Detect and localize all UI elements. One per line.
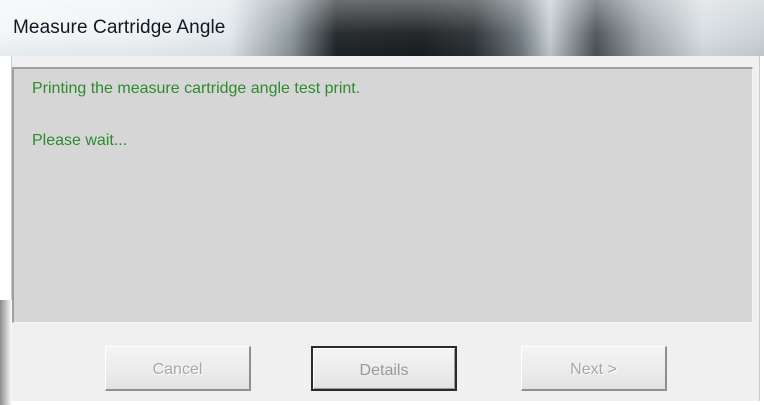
window-title: Measure Cartridge Angle: [13, 17, 226, 38]
cancel-button[interactable]: Cancel: [105, 346, 251, 391]
status-message: Printing the measure cartridge angle tes…: [32, 80, 361, 97]
message-panel: Printing the measure cartridge angle tes…: [12, 67, 753, 323]
title-bar[interactable]: Measure Cartridge Angle: [0, 0, 764, 56]
next-button[interactable]: Next >: [521, 346, 667, 391]
details-button[interactable]: Details: [311, 346, 457, 391]
dialog-window: Measure Cartridge Angle Printing the mea…: [0, 0, 764, 405]
window-edge-shadow: [0, 300, 12, 405]
wait-message: Please wait...: [32, 132, 128, 149]
